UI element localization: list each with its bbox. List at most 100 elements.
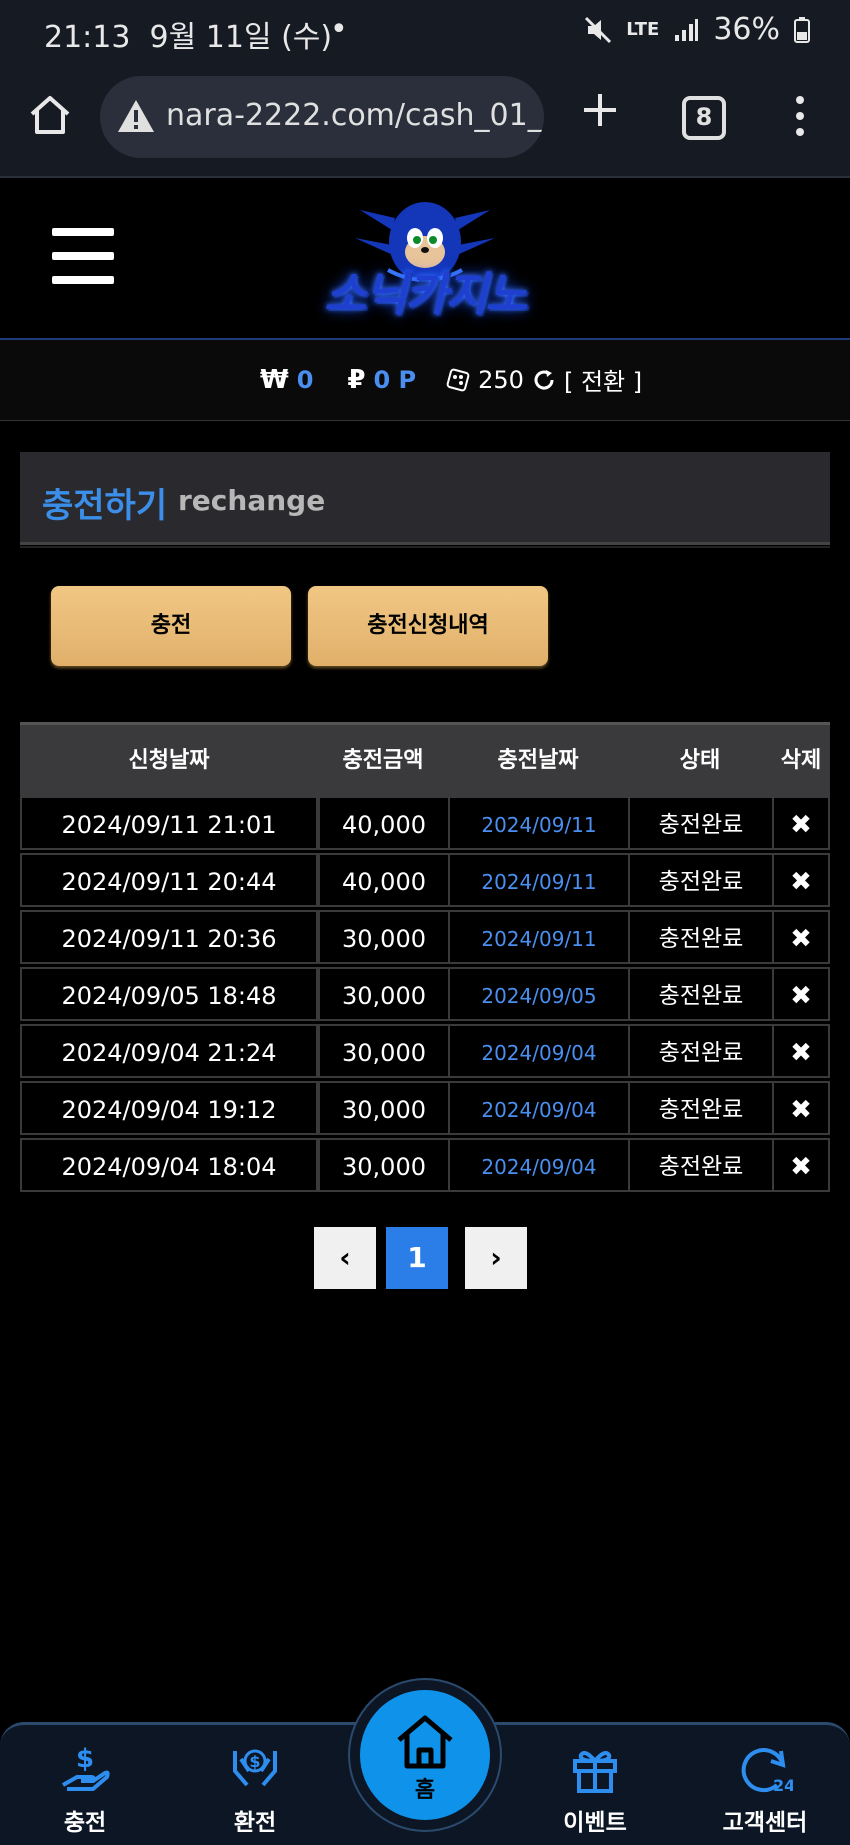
table-row: 2024/09/05 18:48 30,000 2024/09/05 충전완료 … [20, 967, 830, 1021]
svg-text:$: $ [76, 1744, 94, 1774]
col-charge-date: 충전날짜 [497, 748, 579, 773]
request-date-cell: 2024/09/11 21:01 [20, 796, 318, 850]
nav-home[interactable]: 홈 [360, 1690, 490, 1820]
signal-icon [675, 18, 699, 41]
support-24-icon: 24 [741, 1748, 793, 1795]
amount-cell: 30,000 [318, 1081, 450, 1135]
nav-exchange[interactable]: $ 환전 [195, 1741, 315, 1837]
nav-event[interactable]: 이벤트 [535, 1741, 655, 1837]
status-bar: 21:13 9월 11일 (수) • LTE 36% [0, 0, 850, 64]
charge-hand-coin-icon: $ [62, 1744, 110, 1791]
browser-toolbar: nara-2222.com/cash_01_1.a 8 [0, 64, 850, 178]
more-options-icon[interactable] [790, 94, 810, 138]
request-date-cell: 2024/09/04 19:12 [20, 1081, 318, 1135]
col-status: 상태 [679, 748, 721, 773]
nav-charge[interactable]: $ 충전 [25, 1741, 145, 1837]
amount-cell: 40,000 [318, 796, 450, 850]
tab-count-button[interactable]: 8 [682, 96, 726, 140]
delete-icon[interactable]: ✖ [772, 1081, 830, 1135]
url-text[interactable]: nara-2222.com/cash_01_1.a [166, 98, 544, 133]
nav-support-label: 고객센터 [722, 1810, 808, 1836]
delete-icon[interactable]: ✖ [772, 796, 830, 850]
browser-home-icon[interactable] [28, 92, 72, 136]
site-header: 소닉카지노 [0, 178, 850, 341]
status-cell: 충전완료 [628, 1081, 774, 1135]
won-symbol: ₩ [260, 364, 289, 395]
battery-percent: 36% [713, 12, 780, 47]
new-tab-icon[interactable] [578, 88, 622, 132]
hamburger-menu-icon[interactable] [52, 228, 114, 284]
col-amount: 충전금액 [342, 748, 424, 773]
balance-bar: ₩ 0 ₽ 0 P 250 [ 전환 ] [0, 340, 850, 421]
table-row: 2024/09/04 18:04 30,000 2024/09/04 충전완료 … [20, 1138, 830, 1192]
chip-icon [446, 368, 470, 391]
delete-icon[interactable]: ✖ [772, 967, 830, 1021]
col-delete: 삭제 [780, 748, 822, 773]
section-title: 충전하기 [42, 486, 168, 526]
site-logo[interactable]: 소닉카지노 [300, 190, 550, 330]
status-time: 21:13 9월 11일 (수) [44, 20, 333, 55]
request-date-cell: 2024/09/11 20:44 [20, 853, 318, 907]
nav-home-label: 홈 [414, 1778, 436, 1803]
table-row: 2024/09/04 21:24 30,000 2024/09/04 충전완료 … [20, 1024, 830, 1078]
status-dot: • [330, 12, 348, 47]
prev-page-button[interactable]: ‹ [314, 1227, 376, 1289]
request-date-cell: 2024/09/05 18:48 [20, 967, 318, 1021]
delete-icon[interactable]: ✖ [772, 910, 830, 964]
amount-cell: 30,000 [318, 967, 450, 1021]
svg-text:24: 24 [773, 1776, 793, 1795]
col-request-date: 신청날짜 [128, 748, 210, 773]
point-balance: 0 P [373, 365, 417, 394]
delete-icon[interactable]: ✖ [772, 1024, 830, 1078]
refresh-icon[interactable] [532, 368, 556, 392]
amount-cell: 30,000 [318, 1024, 450, 1078]
status-cell: 충전완료 [628, 1138, 774, 1192]
charge-date-cell: 2024/09/04 [448, 1138, 630, 1192]
current-page-button[interactable]: 1 [386, 1227, 448, 1289]
balance-info: ₩ 0 ₽ 0 P 250 [ 전환 ] [260, 362, 642, 397]
point-symbol: ₽ [347, 364, 366, 395]
amount-cell: 30,000 [318, 1138, 450, 1192]
logo-text: 소닉카지노 [324, 267, 528, 321]
warning-icon[interactable] [116, 96, 156, 136]
charge-date-cell: 2024/09/04 [448, 1024, 630, 1078]
charge-date-cell: 2024/09/11 [448, 853, 630, 907]
charge-date-cell: 2024/09/11 [448, 796, 630, 850]
switch-button[interactable]: [ 전환 ] [564, 362, 642, 397]
charge-date-cell: 2024/09/11 [448, 910, 630, 964]
next-page-button[interactable]: › [465, 1227, 527, 1289]
delete-icon[interactable]: ✖ [772, 1138, 830, 1192]
charge-history-button[interactable]: 충전신청내역 [308, 586, 548, 666]
charge-button[interactable]: 충전 [51, 586, 291, 666]
mute-icon [585, 16, 612, 43]
table-header: 신청날짜 충전금액 충전날짜 상태 삭제 [20, 722, 830, 797]
svg-text:$: $ [249, 1752, 260, 1771]
status-cell: 충전완료 [628, 910, 774, 964]
status-cell: 충전완료 [628, 1024, 774, 1078]
nav-event-label: 이벤트 [563, 1810, 627, 1836]
section-subtitle: rechange [178, 484, 326, 517]
request-date-cell: 2024/09/04 21:24 [20, 1024, 318, 1078]
status-cell: 충전완료 [628, 796, 774, 850]
gift-icon [573, 1751, 617, 1793]
request-date-cell: 2024/09/04 18:04 [20, 1138, 318, 1192]
amount-cell: 30,000 [318, 910, 450, 964]
table-row: 2024/09/11 20:44 40,000 2024/09/11 충전완료 … [20, 853, 830, 907]
address-bar[interactable]: nara-2222.com/cash_01_1.a [100, 76, 544, 158]
status-icons: LTE 36% [584, 12, 810, 47]
delete-icon[interactable]: ✖ [772, 853, 830, 907]
home-icon [397, 1715, 453, 1769]
charge-date-cell: 2024/09/04 [448, 1081, 630, 1135]
nav-support[interactable]: 24 고객센터 [705, 1741, 825, 1837]
table-row: 2024/09/11 20:36 30,000 2024/09/11 충전완료 … [20, 910, 830, 964]
table-row: 2024/09/04 19:12 30,000 2024/09/04 충전완료 … [20, 1081, 830, 1135]
amount-cell: 40,000 [318, 853, 450, 907]
exchange-hands-icon: $ [233, 1749, 277, 1787]
divider [20, 546, 830, 548]
table-row: 2024/09/11 21:01 40,000 2024/09/11 충전완료 … [20, 796, 830, 850]
status-cell: 충전완료 [628, 853, 774, 907]
network-type: LTE [626, 18, 660, 40]
chip-balance: 250 [478, 365, 524, 394]
section-title-box: 충전하기 rechange [20, 452, 830, 545]
request-date-cell: 2024/09/11 20:36 [20, 910, 318, 964]
